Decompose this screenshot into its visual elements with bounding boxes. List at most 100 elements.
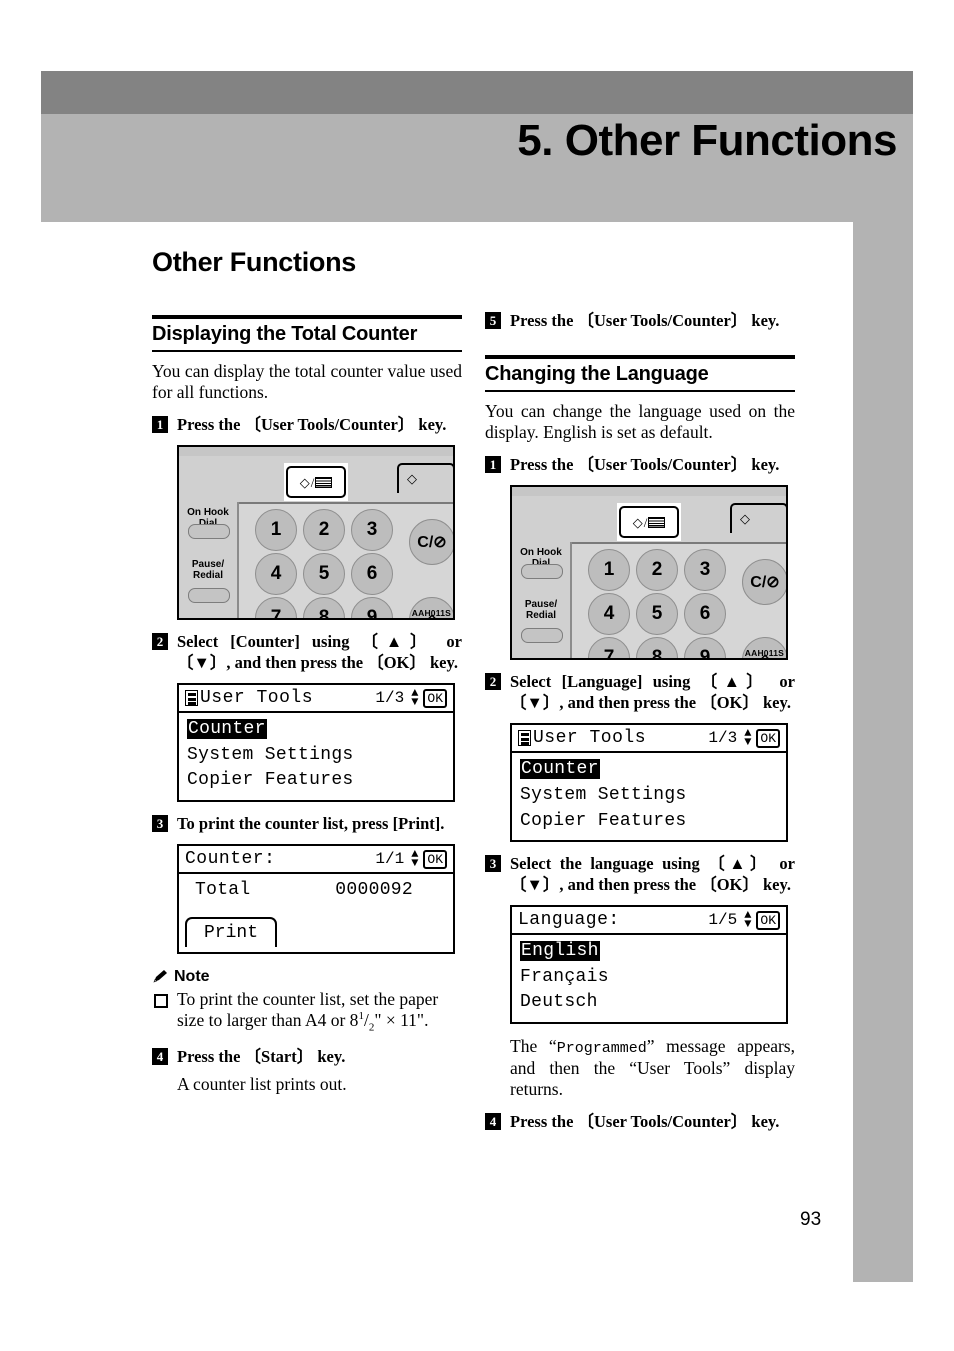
- up-down-arrows-icon: ▲ ▼: [744, 726, 752, 750]
- numeric-key-6[interactable]: 6: [684, 593, 726, 636]
- section-heading-displaying-total-counter: Displaying the Total Counter: [152, 315, 462, 352]
- counter-icon: [648, 516, 666, 528]
- pause-redial-key[interactable]: [188, 588, 230, 604]
- numeric-key-3[interactable]: 3: [351, 509, 393, 552]
- heading-rule-bottom: [152, 350, 462, 352]
- left-intro-paragraph: You can display the total counter value …: [152, 361, 462, 402]
- counter-icon: [315, 476, 333, 488]
- numeric-key-8[interactable]: 8: [303, 597, 345, 619]
- step-right-2: 2 Select [Language] using 〔▲〕 or 〔▼〕, an…: [485, 671, 795, 713]
- lcd-ok-badge: OK: [756, 910, 780, 930]
- section-heading-text: Displaying the Total Counter: [152, 323, 418, 345]
- numeric-key-8[interactable]: 8: [636, 637, 678, 659]
- user-tools-counter-key-highlight[interactable]: ◇ /: [617, 503, 681, 542]
- step-left-4: 4 Press the 〔Start〕 key.: [152, 1046, 462, 1067]
- lcd-menu-item-label: Counter: [520, 759, 600, 780]
- programmed-note-part1: The “: [510, 1035, 557, 1056]
- numeric-key-3[interactable]: 3: [684, 549, 726, 592]
- lcd-counter-label: Total: [195, 880, 251, 901]
- panel-upper-area: ◇ ◇ /: [179, 456, 453, 505]
- chapter-banner: 5. Other Functions: [41, 71, 913, 222]
- on-hook-dial-key[interactable]: [521, 564, 563, 580]
- lcd-title-text: Language:: [518, 910, 620, 931]
- document-list-icon: [518, 730, 531, 747]
- step-number-badge: 3: [152, 814, 168, 832]
- diamond-icon: ◇: [632, 514, 643, 530]
- lcd-menu-item-label: Counter: [187, 719, 267, 740]
- chapter-title: 5. Other Functions: [517, 116, 897, 165]
- lcd-title-bar: Language: 1/5 ▲ ▼ OK: [512, 907, 786, 936]
- lcd-menu-item[interactable]: Deutsch: [512, 990, 786, 1016]
- note-heading-text: Note: [174, 967, 210, 985]
- figure-code: AAH011S: [744, 648, 784, 659]
- numeric-key-7[interactable]: 7: [255, 597, 297, 619]
- page-number: 93: [800, 1209, 822, 1230]
- right-intro-paragraph: You can change the language used on the …: [485, 401, 795, 443]
- banner-dark-stripe: [41, 71, 913, 114]
- lcd-counter-row: Total 0000092: [179, 878, 453, 904]
- diamond-icon: ◇: [299, 474, 310, 490]
- step-text: Press the 〔User Tools/Counter〕 key.: [510, 455, 780, 475]
- user-tools-counter-key-highlight[interactable]: ◇ /: [284, 463, 348, 502]
- lcd-menu-item-selected[interactable]: Counter: [512, 757, 786, 783]
- numeric-key-1[interactable]: 1: [255, 509, 297, 552]
- slash-separator: /: [643, 514, 648, 530]
- clear-stop-key[interactable]: C/⊘: [742, 559, 786, 606]
- lcd-menu-item[interactable]: System Settings: [512, 783, 786, 809]
- lcd-page-indicator: 1/1: [375, 850, 405, 869]
- numeric-key-6[interactable]: 6: [351, 553, 393, 596]
- lcd-menu-item[interactable]: System Settings: [179, 743, 453, 769]
- numeric-key-5[interactable]: 5: [636, 593, 678, 636]
- diamond-icon: ◇: [740, 511, 750, 527]
- pause-redial-label: Pause/Redial: [191, 559, 225, 581]
- note-heading: Note: [152, 968, 462, 986]
- other-function-key[interactable]: ◇: [730, 503, 786, 534]
- lcd-menu-item-selected[interactable]: English: [512, 939, 786, 965]
- lcd-menu-item-selected[interactable]: Counter: [179, 717, 453, 743]
- lcd-page-indicator: 1/3: [375, 689, 405, 708]
- lcd-menu-item-label: English: [520, 941, 600, 962]
- side-thumb-bar: [853, 222, 913, 1282]
- numeric-key-4[interactable]: 4: [255, 553, 297, 596]
- heading-rule-top: [485, 355, 795, 360]
- pause-redial-key[interactable]: [521, 628, 563, 644]
- on-hook-dial-key[interactable]: [188, 524, 230, 540]
- other-function-key[interactable]: ◇: [397, 463, 453, 494]
- lcd-menu-item[interactable]: Copier Features: [512, 809, 786, 835]
- numeric-key-1[interactable]: 1: [588, 549, 630, 592]
- lcd-menu-item[interactable]: Copier Features: [179, 768, 453, 794]
- lcd-counter-body: Total 0000092 Print: [179, 874, 453, 952]
- lcd-print-tab[interactable]: Print: [185, 916, 277, 947]
- lcd-menu-item[interactable]: Français: [512, 965, 786, 991]
- up-down-arrows-icon: ▲ ▼: [411, 847, 419, 871]
- user-tools-counter-key[interactable]: ◇ /: [286, 466, 346, 499]
- note-item: To print the counter list, set the paper…: [152, 989, 462, 1035]
- panel-left-key-column: On Hook Dial Pause/Redial: [512, 542, 572, 659]
- numeric-key-2[interactable]: 2: [636, 549, 678, 592]
- numeric-key-9[interactable]: 9: [351, 597, 393, 619]
- pause-redial-label: Pause/Redial: [524, 599, 558, 621]
- step-number-badge: 3: [485, 855, 501, 873]
- step-text: To print the counter list, press [Print]…: [177, 813, 445, 833]
- numeric-key-4[interactable]: 4: [588, 593, 630, 636]
- numeric-key-2[interactable]: 2: [303, 509, 345, 552]
- clear-stop-key[interactable]: C/⊘: [409, 519, 453, 566]
- lcd-page-indicator: 1/3: [708, 729, 738, 748]
- slash-separator: /: [310, 474, 315, 490]
- lcd-ok-badge: OK: [423, 849, 447, 869]
- step-right-1: 1 Press the 〔User Tools/Counter〕 key.: [485, 454, 795, 475]
- numeric-key-7[interactable]: 7: [588, 637, 630, 659]
- page-title: Other Functions: [152, 247, 356, 277]
- numeric-key-5[interactable]: 5: [303, 553, 345, 596]
- page-body: Other Functions Displaying the Total Cou…: [41, 222, 853, 1282]
- right-column: 5 Press the 〔User Tools/Counter〕 key. Ch…: [485, 222, 795, 1132]
- note-block: Note To print the counter list, set the …: [152, 968, 462, 1035]
- lcd-title-bar: User Tools 1/3 ▲ ▼ OK: [179, 685, 453, 714]
- step-text: Select [Language] using 〔▲〕 or 〔▼〕, and …: [510, 672, 795, 713]
- numeric-key-9[interactable]: 9: [684, 637, 726, 659]
- operation-panel-figure-left: ◇ ◇ / On Hook Dial Pause/Redial 1 2 3 4 …: [177, 445, 455, 621]
- user-tools-counter-key[interactable]: ◇ /: [619, 506, 679, 539]
- note-item-text: To print the counter list, set the paper…: [177, 988, 439, 1034]
- lcd-ok-badge: OK: [423, 688, 447, 708]
- lcd-menu-list: Counter System Settings Copier Features: [512, 753, 786, 840]
